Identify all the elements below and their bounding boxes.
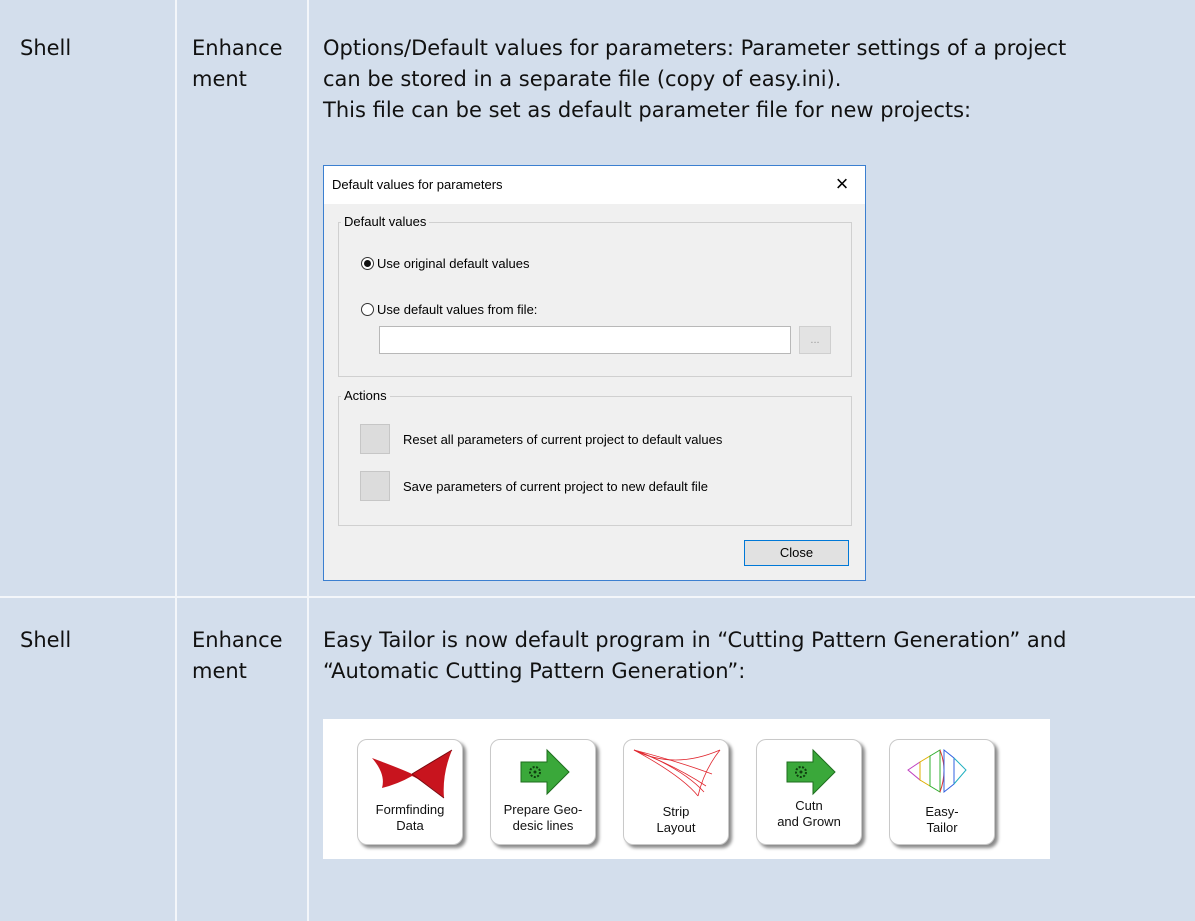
row2-description: Easy Tailor is now default program in “C… [323, 625, 1066, 687]
formfinding-icon [372, 749, 453, 799]
row2-desc-line1: Easy Tailor is now default program in “C… [323, 628, 1067, 652]
radio-original-defaults[interactable] [361, 257, 374, 270]
formfinding-label: Formfinding Data [358, 802, 462, 834]
save-parameters-label: Save parameters of current project to ne… [403, 479, 708, 494]
row2-component: Shell [20, 628, 72, 652]
green-arrow-gear-icon [786, 748, 836, 796]
row1-desc-line2: can be stored in a separate file (copy o… [323, 67, 842, 91]
prepare-geodesic-label-line2: desic lines [512, 818, 574, 833]
column-divider [307, 0, 309, 921]
easy-tailor-icon [907, 748, 967, 794]
cutn-and-grown-button[interactable]: Cutn and Grown [756, 739, 862, 845]
formfinding-data-button[interactable]: Formfinding Data [357, 739, 463, 845]
browse-button[interactable]: ... [799, 326, 831, 354]
row2-desc-line2: “Automatic Cutting Pattern Generation”: [323, 659, 746, 683]
row1-description: Options/Default values for parameters: P… [323, 33, 1066, 126]
formfinding-label-line2: Data [396, 818, 424, 833]
easy-tailor-label: Easy- Tailor [890, 804, 994, 836]
default-file-path-input[interactable] [379, 326, 791, 354]
prepare-geodesic-label: Prepare Geo- desic lines [491, 802, 595, 834]
prepare-geodesic-lines-button[interactable]: Prepare Geo- desic lines [490, 739, 596, 845]
dialog-titlebar: Default values for parameters × [324, 166, 865, 204]
row-divider [0, 596, 1195, 598]
row1-component: Shell [20, 36, 72, 60]
cutn-grown-label: Cutn and Grown [757, 798, 861, 830]
radio-original-label: Use original default values [377, 256, 530, 271]
row2-type-line2: ment [192, 659, 247, 683]
prepare-geodesic-label-line1: Prepare Geo- [503, 802, 583, 817]
default-values-legend: Default values [341, 214, 430, 229]
reset-parameters-label: Reset all parameters of current project … [403, 432, 723, 447]
radio-defaults-from-file[interactable] [361, 303, 374, 316]
row2-type: Enhance ment [192, 625, 283, 687]
formfinding-label-line1: Formfinding [375, 802, 445, 817]
green-arrow-gear-icon [520, 748, 570, 796]
easy-tailor-button[interactable]: Easy- Tailor [889, 739, 995, 845]
column-divider [175, 0, 177, 921]
cutn-grown-label-line2: and Grown [777, 814, 841, 829]
easy-tailor-label-line2: Tailor [926, 820, 958, 835]
row1-type: Enhance ment [192, 33, 283, 95]
strip-layout-icon [633, 749, 721, 797]
row1-desc-line1: Options/Default values for parameters: P… [323, 36, 1067, 60]
reset-parameters-button[interactable] [360, 424, 390, 454]
strip-layout-label: Strip Layout [624, 804, 728, 836]
actions-group [338, 396, 852, 526]
row2-type-line1: Enhance [192, 628, 283, 652]
close-button[interactable]: Close [744, 540, 849, 566]
dialog-title: Default values for parameters [332, 177, 503, 192]
row1-type-line1: Enhance [192, 36, 283, 60]
easy-tailor-label-line1: Easy- [925, 804, 959, 819]
default-values-dialog: Default values for parameters × Default … [323, 165, 866, 581]
row1-type-line2: ment [192, 67, 247, 91]
strip-layout-label-line2: Layout [656, 820, 696, 835]
save-parameters-button[interactable] [360, 471, 390, 501]
radio-file-label: Use default values from file: [377, 302, 538, 317]
strip-layout-label-line1: Strip [662, 804, 690, 819]
actions-legend: Actions [341, 388, 390, 403]
cutn-grown-label-line1: Cutn [795, 798, 823, 813]
cutting-pattern-toolbar: Formfinding Data Prepare Geo- desic line… [323, 719, 1050, 859]
close-icon[interactable]: × [829, 171, 855, 197]
strip-layout-button[interactable]: Strip Layout [623, 739, 729, 845]
row1-desc-line3: This file can be set as default paramete… [323, 98, 972, 122]
